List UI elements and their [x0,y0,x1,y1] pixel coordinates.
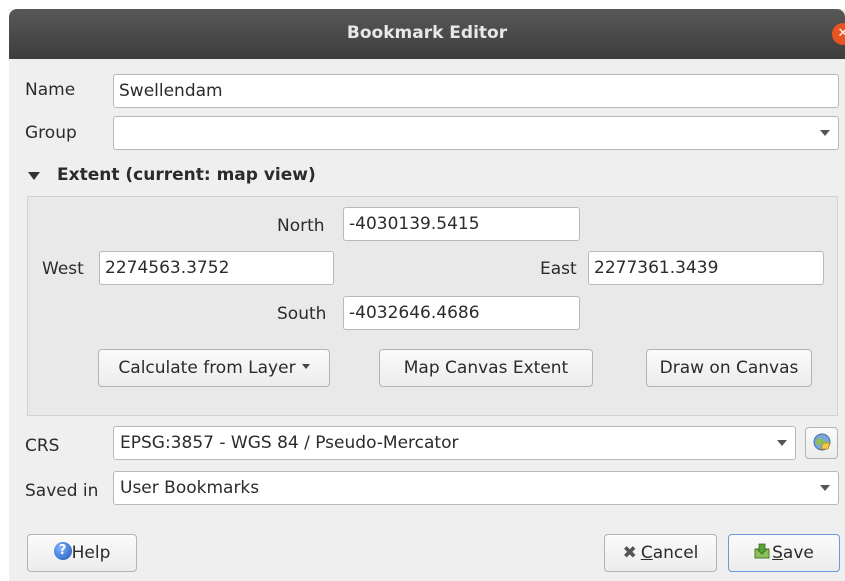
north-input[interactable]: -4030139.5415 [343,207,580,241]
crs-combobox[interactable]: EPSG:3857 - WGS 84 / Pseudo-Mercator [113,426,796,460]
calculate-from-layer-button[interactable]: Calculate from Layer [98,349,330,387]
chevron-down-icon [820,130,830,136]
cancel-icon: ✖ [622,543,637,563]
cancel-button[interactable]: ✖ Cancel [604,534,717,572]
crs-label: CRS [25,436,60,456]
saved-in-label: Saved in [25,481,99,501]
north-label: North [277,216,325,236]
crs-select-button[interactable] [805,427,838,459]
extent-header[interactable]: Extent (current: map view) [57,165,316,185]
group-combobox[interactable] [113,116,839,150]
title-bar: Bookmark Editor ✕ [9,9,845,59]
name-input[interactable]: Swellendam [113,74,839,108]
save-button[interactable]: Save [728,534,840,572]
south-label: South [277,304,327,324]
draw-on-canvas-button[interactable]: Draw on Canvas [646,349,812,387]
west-label: West [42,259,84,279]
chevron-down-icon [820,485,830,491]
triangle-down-icon[interactable] [28,172,40,180]
save-mnemonic: S [772,543,783,563]
chevron-down-icon [777,440,787,446]
help-icon: ? [53,542,72,560]
calculate-from-layer-label: Calculate from Layer [118,358,296,378]
saved-in-value: User Bookmarks [120,478,260,498]
cancel-mnemonic: C [640,543,653,563]
name-label: Name [25,80,76,100]
group-label: Group [25,123,77,143]
map-canvas-extent-button[interactable]: Map Canvas Extent [379,349,593,387]
globe-icon [813,433,831,451]
west-input[interactable]: 2274563.3752 [99,251,334,285]
save-label: ave [782,543,814,563]
save-icon [754,543,770,559]
window-title: Bookmark Editor [346,23,508,43]
help-button[interactable]: ? Help [27,534,137,572]
crs-value: EPSG:3857 - WGS 84 / Pseudo-Mercator [120,433,459,453]
east-label: East [540,259,577,279]
east-input[interactable]: 2277361.3439 [588,251,824,285]
chevron-down-icon [301,363,310,369]
south-input[interactable]: -4032646.4686 [343,296,580,330]
cancel-label: ancel [652,543,699,563]
saved-in-combobox[interactable]: User Bookmarks [113,471,839,505]
help-label: Help [71,543,111,563]
